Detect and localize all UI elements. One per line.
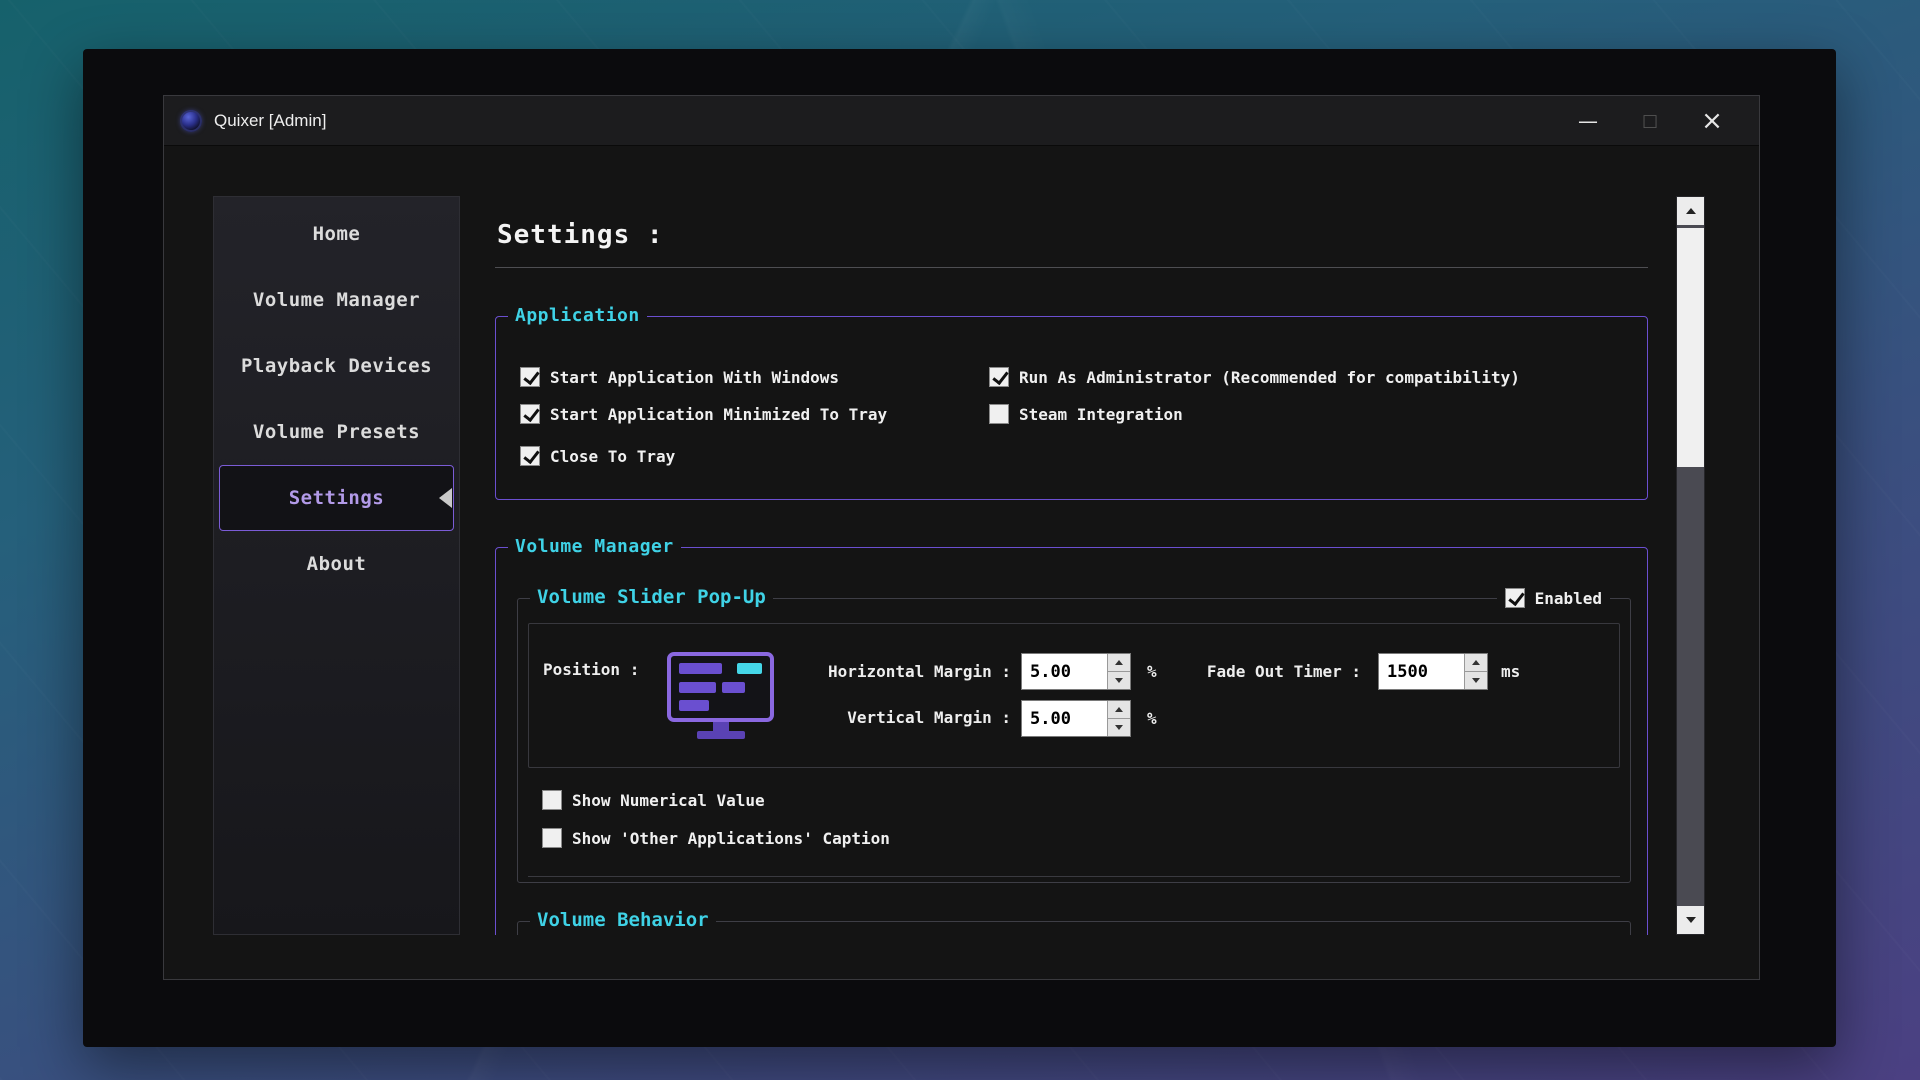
sidebar-item-label: About bbox=[307, 553, 367, 575]
page-title: Settings : bbox=[497, 220, 664, 250]
monitor-bar bbox=[679, 682, 716, 693]
spin-up-button[interactable] bbox=[1108, 654, 1130, 672]
volume-manager-groupbox: Volume Manager Volume Slider Pop-Up Enab… bbox=[495, 547, 1648, 935]
volume-manager-group-label: Volume Manager bbox=[508, 536, 681, 557]
monitor-bar bbox=[679, 700, 709, 711]
scroll-thumb[interactable] bbox=[1677, 228, 1704, 467]
checkbox-box-unchecked bbox=[989, 404, 1009, 424]
triangle-up-icon bbox=[1115, 660, 1123, 665]
application-group-label: Application bbox=[508, 305, 647, 326]
titlebar[interactable]: Quixer [Admin] — □ × bbox=[164, 96, 1759, 146]
sidebar-item-settings[interactable]: Settings bbox=[219, 465, 454, 531]
spin-down-button[interactable] bbox=[1108, 719, 1130, 736]
spin-up-button[interactable] bbox=[1108, 701, 1130, 719]
spinner-buttons bbox=[1464, 654, 1487, 689]
checkbox-box-checked bbox=[989, 367, 1009, 387]
checkbox-show-numerical-value[interactable]: Show Numerical Value bbox=[542, 790, 765, 810]
checkbox-run-as-administrator[interactable]: Run As Administrator (Recommended for co… bbox=[989, 367, 1520, 387]
minimize-button[interactable]: — bbox=[1557, 100, 1619, 142]
checkbox-box-checked bbox=[520, 404, 540, 424]
close-button[interactable]: × bbox=[1681, 100, 1743, 142]
sidebar-item-home[interactable]: Home bbox=[219, 201, 454, 267]
sidebar-item-label: Volume Presets bbox=[253, 421, 420, 443]
spin-down-button[interactable] bbox=[1108, 672, 1130, 689]
sidebar: Home Volume Manager Playback Devices Vol… bbox=[213, 196, 460, 935]
application-groupbox: Application Start Application With Windo… bbox=[495, 316, 1648, 500]
heading-divider bbox=[495, 267, 1648, 268]
monitor-position-selector[interactable] bbox=[667, 652, 774, 739]
sidebar-item-volume-manager[interactable]: Volume Manager bbox=[219, 267, 454, 333]
active-item-arrow-icon bbox=[439, 488, 452, 508]
spinner-buttons bbox=[1107, 701, 1130, 736]
volume-behavior-label: Volume Behavior bbox=[530, 909, 716, 931]
spin-up-button[interactable] bbox=[1465, 654, 1487, 672]
subgroup-divider bbox=[528, 876, 1620, 877]
sidebar-item-label: Playback Devices bbox=[241, 355, 432, 377]
sidebar-item-about[interactable]: About bbox=[219, 531, 454, 597]
vertical-margin-label: Vertical Margin : bbox=[769, 708, 1011, 727]
volume-slider-popup-groupbox: Volume Slider Pop-Up Enabled Position : bbox=[517, 598, 1631, 883]
window-controls: — □ × bbox=[1557, 100, 1743, 142]
sidebar-item-label: Home bbox=[313, 223, 361, 245]
checkbox-popup-enabled[interactable]: Enabled bbox=[1497, 588, 1610, 608]
settings-page: Settings : Application Start Application… bbox=[495, 196, 1648, 935]
scroll-down-button[interactable] bbox=[1677, 906, 1704, 934]
maximize-button[interactable]: □ bbox=[1619, 100, 1681, 142]
spinner-buttons bbox=[1107, 654, 1130, 689]
sidebar-item-label: Volume Manager bbox=[253, 289, 420, 311]
horizontal-margin-spinbox bbox=[1021, 653, 1131, 690]
triangle-down-icon bbox=[1115, 725, 1123, 730]
vertical-margin-input[interactable] bbox=[1022, 701, 1107, 736]
checkbox-start-with-windows[interactable]: Start Application With Windows bbox=[520, 367, 839, 387]
triangle-up-icon bbox=[1115, 707, 1123, 712]
volume-behavior-groupbox: Volume Behavior bbox=[517, 921, 1631, 935]
horizontal-margin-label: Horizontal Margin : bbox=[769, 662, 1011, 681]
fade-out-timer-unit: ms bbox=[1501, 662, 1520, 681]
monitor-screen-icon bbox=[667, 652, 774, 722]
app-logo-icon bbox=[180, 110, 202, 132]
fade-out-timer-label: Fade Out Timer : bbox=[1149, 662, 1361, 681]
checkbox-start-minimized-to-tray[interactable]: Start Application Minimized To Tray bbox=[520, 404, 887, 424]
vertical-scrollbar[interactable] bbox=[1676, 196, 1705, 935]
arrow-up-icon bbox=[1686, 208, 1696, 214]
desktop-wallpaper: Quixer [Admin] — □ × Home Volume Manager… bbox=[0, 0, 1920, 1080]
checkbox-box-checked bbox=[520, 446, 540, 466]
popup-position-panel: Position : bbox=[528, 623, 1620, 768]
arrow-down-icon bbox=[1686, 917, 1696, 923]
fade-out-timer-spinbox bbox=[1378, 653, 1488, 690]
window-title: Quixer [Admin] bbox=[214, 111, 326, 131]
fade-out-timer-input[interactable] bbox=[1379, 654, 1464, 689]
checkbox-box-checked bbox=[520, 367, 540, 387]
spin-down-button[interactable] bbox=[1465, 672, 1487, 689]
monitor-base-icon bbox=[697, 731, 745, 739]
sidebar-item-volume-presets[interactable]: Volume Presets bbox=[219, 399, 454, 465]
checkbox-box-unchecked bbox=[542, 790, 562, 810]
monitor-bar bbox=[722, 682, 745, 693]
triangle-up-icon bbox=[1472, 660, 1480, 665]
scroll-up-button[interactable] bbox=[1677, 197, 1704, 225]
sidebar-item-playback-devices[interactable]: Playback Devices bbox=[219, 333, 454, 399]
vertical-margin-spinbox bbox=[1021, 700, 1131, 737]
window-outer-frame: Quixer [Admin] — □ × Home Volume Manager… bbox=[83, 49, 1836, 1047]
checkbox-show-other-applications-caption[interactable]: Show 'Other Applications' Caption bbox=[542, 828, 890, 848]
horizontal-margin-input[interactable] bbox=[1022, 654, 1107, 689]
checkbox-steam-integration[interactable]: Steam Integration bbox=[989, 404, 1183, 424]
monitor-bar bbox=[679, 663, 722, 674]
position-label: Position : bbox=[543, 660, 639, 679]
checkbox-box-unchecked bbox=[542, 828, 562, 848]
checkbox-box-checked bbox=[1505, 588, 1525, 608]
monitor-bar-selected-top-right bbox=[737, 663, 762, 674]
sidebar-item-label: Settings bbox=[289, 487, 385, 509]
app-window: Quixer [Admin] — □ × Home Volume Manager… bbox=[163, 95, 1760, 980]
volume-slider-popup-label: Volume Slider Pop-Up bbox=[530, 586, 773, 608]
monitor-stand-icon bbox=[713, 722, 729, 731]
triangle-down-icon bbox=[1115, 678, 1123, 683]
vertical-margin-unit: % bbox=[1147, 709, 1157, 728]
checkbox-close-to-tray[interactable]: Close To Tray bbox=[520, 446, 675, 466]
triangle-down-icon bbox=[1472, 678, 1480, 683]
